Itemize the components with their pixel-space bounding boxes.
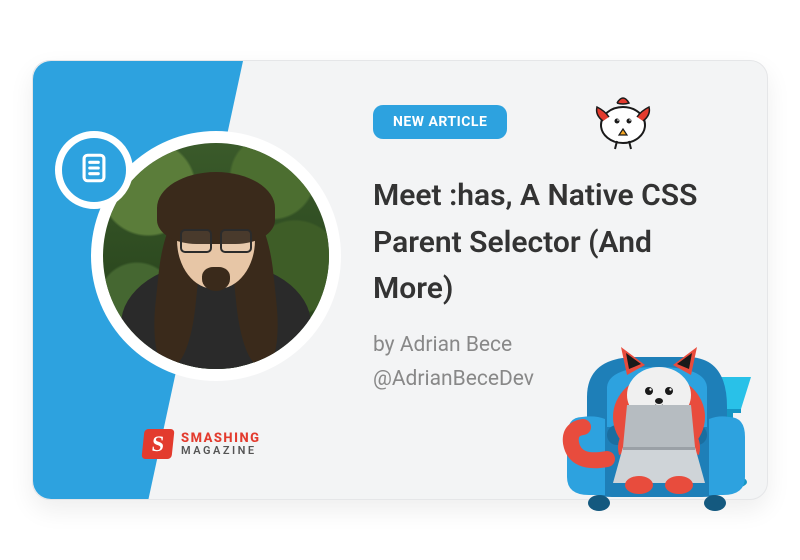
social-card: S SMASHING MAGAZINE NEW ARTICLE Meet :ha…	[32, 60, 768, 500]
document-icon	[77, 151, 111, 189]
brand-logo: S SMASHING MAGAZINE	[143, 429, 260, 459]
brand-logo-mark: S	[141, 429, 174, 459]
bird-icon	[589, 91, 657, 151]
new-article-badge: NEW ARTICLE	[373, 105, 507, 139]
document-badge	[55, 131, 133, 209]
brand-subtitle: MAGAZINE	[181, 445, 260, 456]
cat-mascot-icon	[527, 287, 777, 517]
